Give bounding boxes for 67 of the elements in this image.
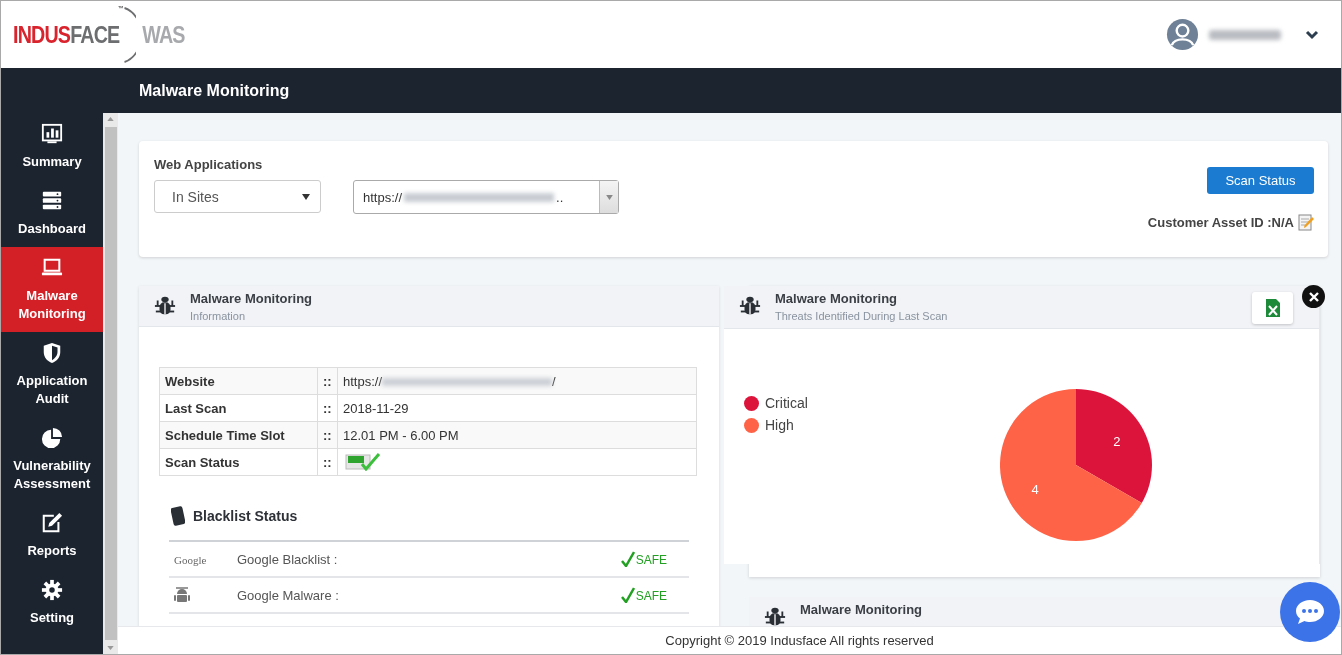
dropdown-arrow-icon <box>605 194 613 200</box>
scroll-up-icon <box>107 117 114 121</box>
url-text: / <box>552 373 556 389</box>
phone-icon <box>171 506 185 526</box>
data-label: 4 <box>1031 481 1039 497</box>
bug-icon <box>154 295 176 317</box>
logo-arc-icon <box>122 5 136 64</box>
check-label: Google Blacklist : <box>237 551 338 567</box>
data-label: 2 <box>1113 434 1121 450</box>
status-text: SAFE <box>635 553 667 567</box>
check-icon <box>620 587 635 603</box>
sidebar-item[interactable]: Setting <box>1 569 103 636</box>
site-select[interactable]: In Sites <box>154 180 321 213</box>
status-text: SAFE <box>635 589 667 603</box>
scroll-down-icon <box>107 646 114 650</box>
scrollbar[interactable] <box>103 113 118 654</box>
chevron-down-icon[interactable] <box>1305 29 1319 40</box>
pie-chart-icon <box>41 427 63 449</box>
excel-export-button[interactable] <box>1252 292 1293 324</box>
logo-text: WAS <box>142 20 185 49</box>
url-text: https:// <box>343 373 383 389</box>
legend-label: Critical <box>765 395 808 411</box>
sidebar-item[interactable]: Application Audit <box>1 332 103 417</box>
panel-subtitle: Information <box>190 310 247 322</box>
sidebar-item[interactable]: Vulnerability Assessment <box>1 417 103 502</box>
pass-stamp-icon <box>345 453 381 471</box>
row-label: Schedule Time Slot <box>159 421 318 449</box>
dropdown-arrow-icon <box>302 193 310 200</box>
separator: :: <box>317 367 338 395</box>
close-icon <box>1308 291 1319 302</box>
android-icon <box>174 586 190 604</box>
avatar-icon[interactable] <box>1166 18 1199 51</box>
customer-asset-id: Customer Asset ID :N/A <box>1147 215 1294 230</box>
bug-icon <box>739 295 761 317</box>
chat-bubble-icon <box>1295 599 1325 625</box>
url-select[interactable]: https:// .. <box>353 180 619 214</box>
sidebar-item[interactable]: Dashboard <box>1 180 103 247</box>
panel-title: Malware Monitoring <box>775 291 899 306</box>
redaction-bar <box>1209 29 1281 40</box>
panel-subtitle: Threats Identified During Last Scan <box>775 310 948 322</box>
settings-icon <box>41 579 63 601</box>
row-label: Website <box>159 367 318 395</box>
edit-icon <box>41 512 63 534</box>
sidebar-item[interactable]: Reports <box>1 502 103 569</box>
panel-title: Malware Monitoring <box>190 291 313 306</box>
sidebar-item[interactable]: Malware Monitoring <box>1 247 103 332</box>
logo-text: FACE <box>70 20 120 49</box>
panel-title: Malware Monitoring <box>800 602 923 617</box>
row-label: Last Scan <box>159 394 318 422</box>
row-value: 12.01 PM - 6.00 PM <box>337 421 697 449</box>
copyright-text: Copyright © 2019 Indusface All rights reserved <box>665 633 934 648</box>
section-title: Blacklist Status <box>193 508 298 524</box>
sidebar-item[interactable]: Summary <box>1 113 103 180</box>
check-icon <box>620 551 635 567</box>
row-value: 2018-11-29 <box>337 394 697 422</box>
legend-label: High <box>765 417 794 433</box>
row-label: Scan Status <box>159 448 318 476</box>
server-icon <box>41 190 63 212</box>
field-label: Web Applications <box>154 157 264 172</box>
logo-text: INDUS <box>13 20 71 49</box>
summary-icon <box>41 123 63 145</box>
shield-icon <box>41 342 63 364</box>
check-label: Google Malware : <box>237 587 339 603</box>
page-title: Malware Monitoring <box>1 68 1341 113</box>
spreadsheet-icon <box>1264 298 1281 318</box>
source-logo: Google <box>174 553 207 566</box>
scan-status-button[interactable]: Scan Status <box>1207 167 1314 194</box>
